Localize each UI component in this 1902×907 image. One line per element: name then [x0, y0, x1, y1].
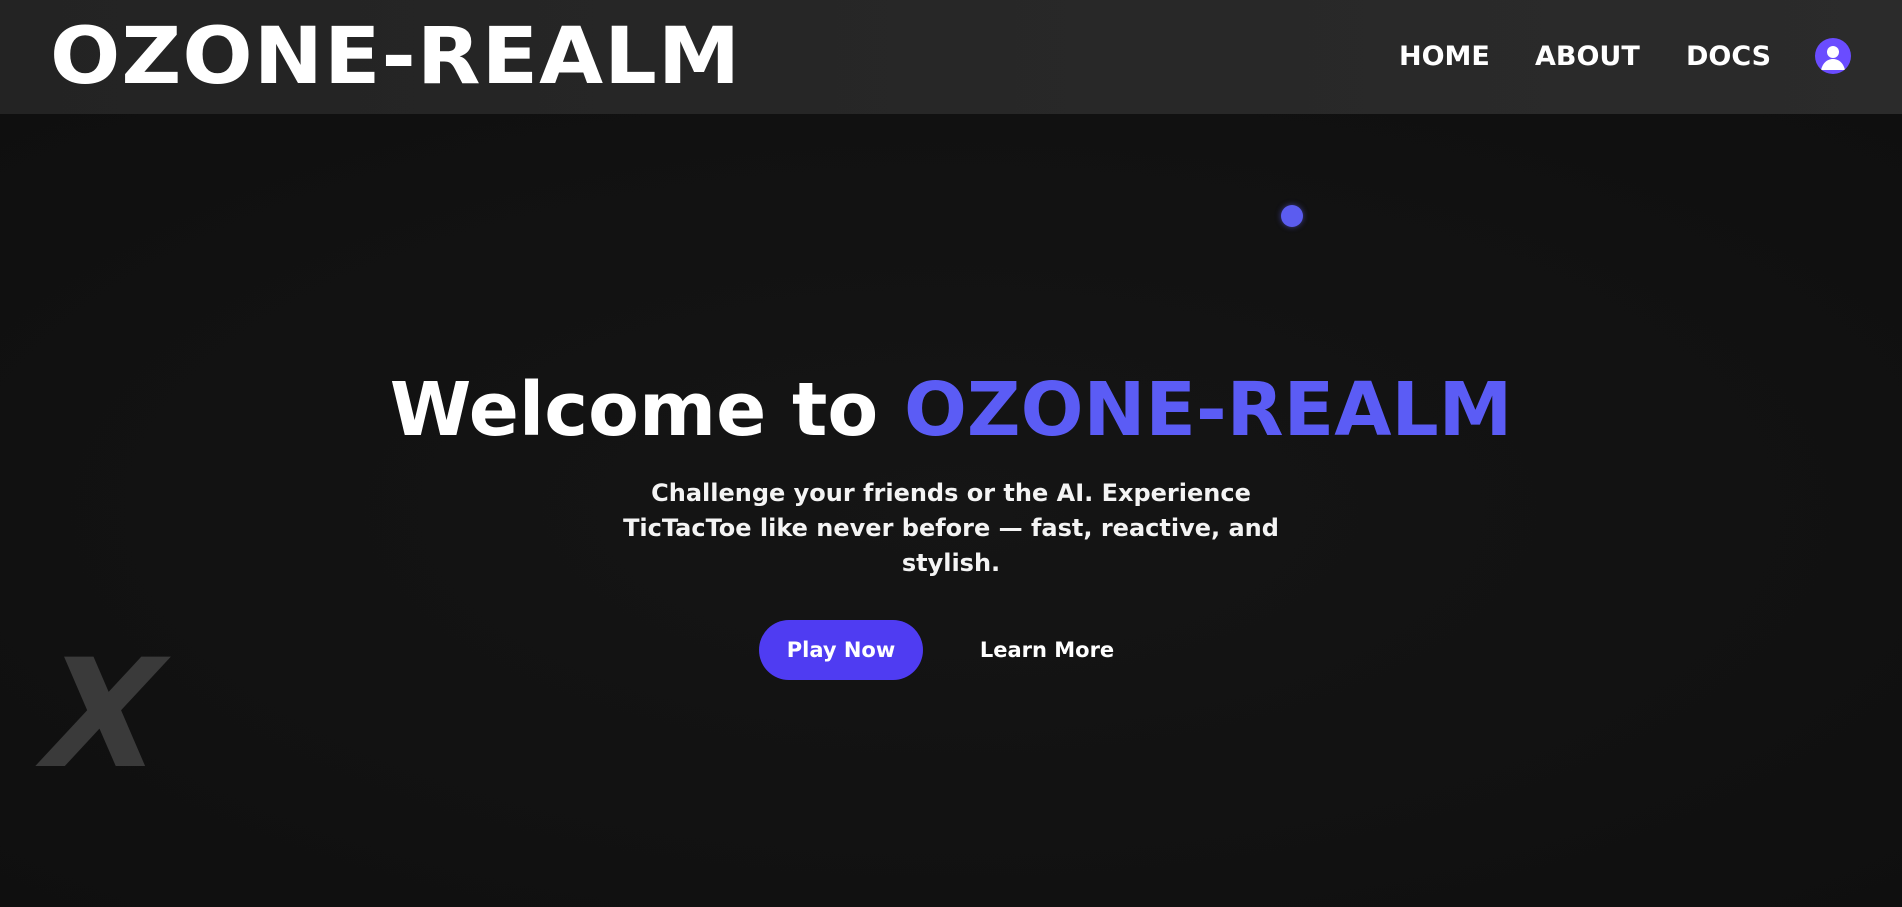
- nav-docs-link[interactable]: DOCS: [1686, 40, 1771, 74]
- accent-dot: [1281, 205, 1303, 227]
- hero-title-prefix: Welcome to: [389, 367, 904, 453]
- user-avatar-icon[interactable]: [1815, 38, 1851, 74]
- nav-about-link[interactable]: ABOUT: [1535, 40, 1640, 74]
- site-logo[interactable]: OZONE-REALM: [50, 18, 741, 96]
- decorative-x-icon: X: [23, 628, 183, 802]
- top-navbar: OZONE-REALM HOME ABOUT DOCS: [0, 0, 1902, 114]
- nav-home-link[interactable]: HOME: [1399, 40, 1490, 74]
- learn-more-button[interactable]: Learn More: [967, 620, 1127, 680]
- user-silhouette-icon: [1821, 46, 1845, 70]
- hero-title: Welcome to OZONE-REALM: [0, 370, 1902, 450]
- hero-title-brand: OZONE-REALM: [904, 367, 1513, 453]
- play-now-button[interactable]: Play Now: [759, 620, 923, 680]
- hero-subtitle: Challenge your friends or the AI. Experi…: [623, 479, 1279, 577]
